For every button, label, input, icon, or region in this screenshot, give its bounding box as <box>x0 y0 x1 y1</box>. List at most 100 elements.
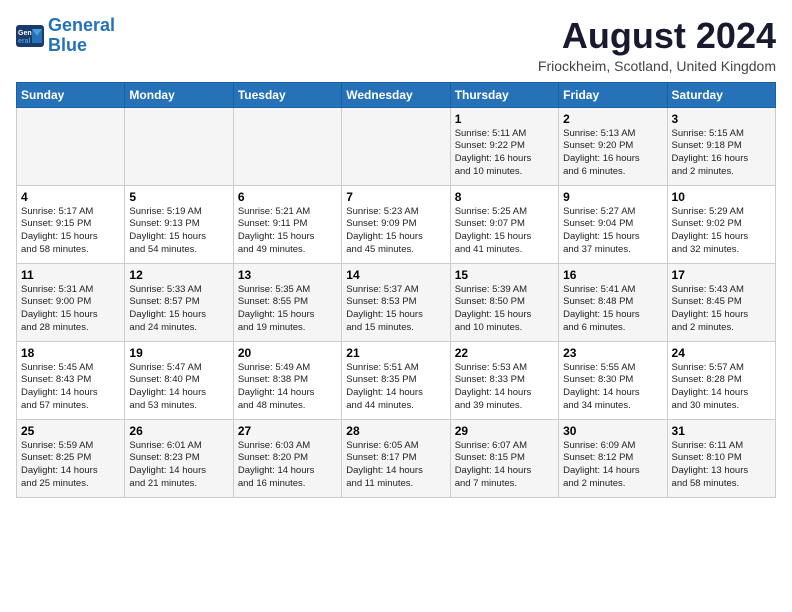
calendar-cell: 20Sunrise: 5:49 AM Sunset: 8:38 PM Dayli… <box>233 341 341 419</box>
weekday-header-row: SundayMondayTuesdayWednesdayThursdayFrid… <box>17 82 776 107</box>
page-header: Gen eral GeneralBlue August 2024 Friockh… <box>16 16 776 74</box>
day-number: 8 <box>455 190 554 204</box>
day-number: 16 <box>563 268 662 282</box>
day-info: Sunrise: 5:57 AM Sunset: 8:28 PM Dayligh… <box>672 362 771 413</box>
day-info: Sunrise: 5:11 AM Sunset: 9:22 PM Dayligh… <box>455 128 554 179</box>
day-info: Sunrise: 5:29 AM Sunset: 9:02 PM Dayligh… <box>672 206 771 257</box>
calendar-cell: 23 Sunrise: 5:55 AM Sunset: 8:30 PM Dayli… <box>559 341 667 419</box>
logo: Gen eral GeneralBlue <box>16 16 115 56</box>
day-number: 14 <box>346 268 445 282</box>
calendar-cell: 12 Sunrise: 5:33 AM Sunset: 8:57 PM Dayli… <box>125 263 233 341</box>
day-number: 20 <box>238 346 337 360</box>
day-info: Sunrise: 6:07 AM Sunset: 8:15 PM Dayligh… <box>455 440 554 491</box>
calendar-cell: 9 Sunrise: 5:27 AM Sunset: 9:04 PM Daylig… <box>559 185 667 263</box>
calendar-week-4: 18Sunrise: 5:45 AM Sunset: 8:43 PM Dayli… <box>17 341 776 419</box>
day-number: 1 <box>455 112 554 126</box>
day-number: 24 <box>672 346 771 360</box>
calendar-cell: 5Sunrise: 5:19 AM Sunset: 9:13 PM Daylig… <box>125 185 233 263</box>
logo-icon: Gen eral <box>16 25 44 47</box>
day-info: Sunrise: 5:17 AM Sunset: 9:15 PM Dayligh… <box>21 206 120 257</box>
weekday-header-friday: Friday <box>559 82 667 107</box>
day-info: Sunrise: 5:25 AM Sunset: 9:07 PM Dayligh… <box>455 206 554 257</box>
day-number: 13 <box>238 268 337 282</box>
day-info: Sunrise: 5:31 AM Sunset: 9:00 PM Dayligh… <box>21 284 120 335</box>
day-info: Sunrise: 5:33 AM Sunset: 8:57 PM Dayligh… <box>129 284 228 335</box>
day-number: 6 <box>238 190 337 204</box>
calendar-cell: 29 Sunrise: 6:07 AM Sunset: 8:15 PM Dayli… <box>450 419 558 497</box>
calendar-week-2: 4 Sunrise: 5:17 AM Sunset: 9:15 PM Daylig… <box>17 185 776 263</box>
calendar-table: SundayMondayTuesdayWednesdayThursdayFrid… <box>16 82 776 498</box>
day-number: 17 <box>672 268 771 282</box>
day-info: Sunrise: 5:59 AM Sunset: 8:25 PM Dayligh… <box>21 440 120 491</box>
day-number: 12 <box>129 268 228 282</box>
day-number: 22 <box>455 346 554 360</box>
calendar-cell: 14 Sunrise: 5:37 AM Sunset: 8:53 PM Dayli… <box>342 263 450 341</box>
calendar-cell <box>342 107 450 185</box>
calendar-cell: 1 Sunrise: 5:11 AM Sunset: 9:22 PM Daylig… <box>450 107 558 185</box>
calendar-week-1: 1 Sunrise: 5:11 AM Sunset: 9:22 PM Daylig… <box>17 107 776 185</box>
day-info: Sunrise: 5:23 AM Sunset: 9:09 PM Dayligh… <box>346 206 445 257</box>
calendar-week-5: 25 Sunrise: 5:59 AM Sunset: 8:25 PM Dayli… <box>17 419 776 497</box>
day-number: 23 <box>563 346 662 360</box>
day-number: 30 <box>563 424 662 438</box>
calendar-cell: 13 Sunrise: 5:35 AM Sunset: 8:55 PM Dayli… <box>233 263 341 341</box>
day-info: Sunrise: 6:01 AM Sunset: 8:23 PM Dayligh… <box>129 440 228 491</box>
location-subtitle: Friockheim, Scotland, United Kingdom <box>538 58 776 74</box>
logo-text: GeneralBlue <box>48 16 115 56</box>
day-info: Sunrise: 5:15 AM Sunset: 9:18 PM Dayligh… <box>672 128 771 179</box>
day-number: 2 <box>563 112 662 126</box>
calendar-cell: 26 Sunrise: 6:01 AM Sunset: 8:23 PM Dayli… <box>125 419 233 497</box>
day-number: 7 <box>346 190 445 204</box>
day-number: 18 <box>21 346 120 360</box>
day-number: 29 <box>455 424 554 438</box>
calendar-cell: 30Sunrise: 6:09 AM Sunset: 8:12 PM Dayli… <box>559 419 667 497</box>
day-info: Sunrise: 5:37 AM Sunset: 8:53 PM Dayligh… <box>346 284 445 335</box>
day-number: 5 <box>129 190 228 204</box>
calendar-cell: 4 Sunrise: 5:17 AM Sunset: 9:15 PM Daylig… <box>17 185 125 263</box>
calendar-cell: 19Sunrise: 5:47 AM Sunset: 8:40 PM Dayli… <box>125 341 233 419</box>
month-year-title: August 2024 <box>538 16 776 56</box>
day-info: Sunrise: 5:51 AM Sunset: 8:35 PM Dayligh… <box>346 362 445 413</box>
day-info: Sunrise: 5:55 AM Sunset: 8:30 PM Dayligh… <box>563 362 662 413</box>
calendar-cell: 18Sunrise: 5:45 AM Sunset: 8:43 PM Dayli… <box>17 341 125 419</box>
day-info: Sunrise: 5:43 AM Sunset: 8:45 PM Dayligh… <box>672 284 771 335</box>
day-number: 10 <box>672 190 771 204</box>
day-number: 9 <box>563 190 662 204</box>
calendar-cell: 22 Sunrise: 5:53 AM Sunset: 8:33 PM Dayli… <box>450 341 558 419</box>
day-info: Sunrise: 5:53 AM Sunset: 8:33 PM Dayligh… <box>455 362 554 413</box>
weekday-header-tuesday: Tuesday <box>233 82 341 107</box>
day-number: 11 <box>21 268 120 282</box>
day-number: 26 <box>129 424 228 438</box>
calendar-cell: 21Sunrise: 5:51 AM Sunset: 8:35 PM Dayli… <box>342 341 450 419</box>
day-info: Sunrise: 6:05 AM Sunset: 8:17 PM Dayligh… <box>346 440 445 491</box>
day-info: Sunrise: 6:03 AM Sunset: 8:20 PM Dayligh… <box>238 440 337 491</box>
calendar-cell: 17 Sunrise: 5:43 AM Sunset: 8:45 PM Dayli… <box>667 263 775 341</box>
day-info: Sunrise: 5:27 AM Sunset: 9:04 PM Dayligh… <box>563 206 662 257</box>
svg-text:eral: eral <box>18 38 31 45</box>
day-number: 3 <box>672 112 771 126</box>
weekday-header-monday: Monday <box>125 82 233 107</box>
weekday-header-saturday: Saturday <box>667 82 775 107</box>
day-info: Sunrise: 5:21 AM Sunset: 9:11 PM Dayligh… <box>238 206 337 257</box>
day-number: 4 <box>21 190 120 204</box>
calendar-cell: 6 Sunrise: 5:21 AM Sunset: 9:11 PM Daylig… <box>233 185 341 263</box>
calendar-cell <box>17 107 125 185</box>
day-info: Sunrise: 5:35 AM Sunset: 8:55 PM Dayligh… <box>238 284 337 335</box>
calendar-cell: 11 Sunrise: 5:31 AM Sunset: 9:00 PM Dayli… <box>17 263 125 341</box>
calendar-cell: 3 Sunrise: 5:15 AM Sunset: 9:18 PM Daylig… <box>667 107 775 185</box>
calendar-cell: 24 Sunrise: 5:57 AM Sunset: 8:28 PM Dayli… <box>667 341 775 419</box>
day-number: 25 <box>21 424 120 438</box>
day-info: Sunrise: 5:39 AM Sunset: 8:50 PM Dayligh… <box>455 284 554 335</box>
day-info: Sunrise: 5:47 AM Sunset: 8:40 PM Dayligh… <box>129 362 228 413</box>
calendar-cell: 8 Sunrise: 5:25 AM Sunset: 9:07 PM Daylig… <box>450 185 558 263</box>
day-number: 28 <box>346 424 445 438</box>
calendar-cell: 10 Sunrise: 5:29 AM Sunset: 9:02 PM Dayli… <box>667 185 775 263</box>
weekday-header-sunday: Sunday <box>17 82 125 107</box>
day-info: Sunrise: 6:11 AM Sunset: 8:10 PM Dayligh… <box>672 440 771 491</box>
day-number: 15 <box>455 268 554 282</box>
calendar-cell: 31 Sunrise: 6:11 AM Sunset: 8:10 PM Dayli… <box>667 419 775 497</box>
day-number: 31 <box>672 424 771 438</box>
calendar-cell: 27Sunrise: 6:03 AM Sunset: 8:20 PM Dayli… <box>233 419 341 497</box>
weekday-header-wednesday: Wednesday <box>342 82 450 107</box>
calendar-cell <box>125 107 233 185</box>
